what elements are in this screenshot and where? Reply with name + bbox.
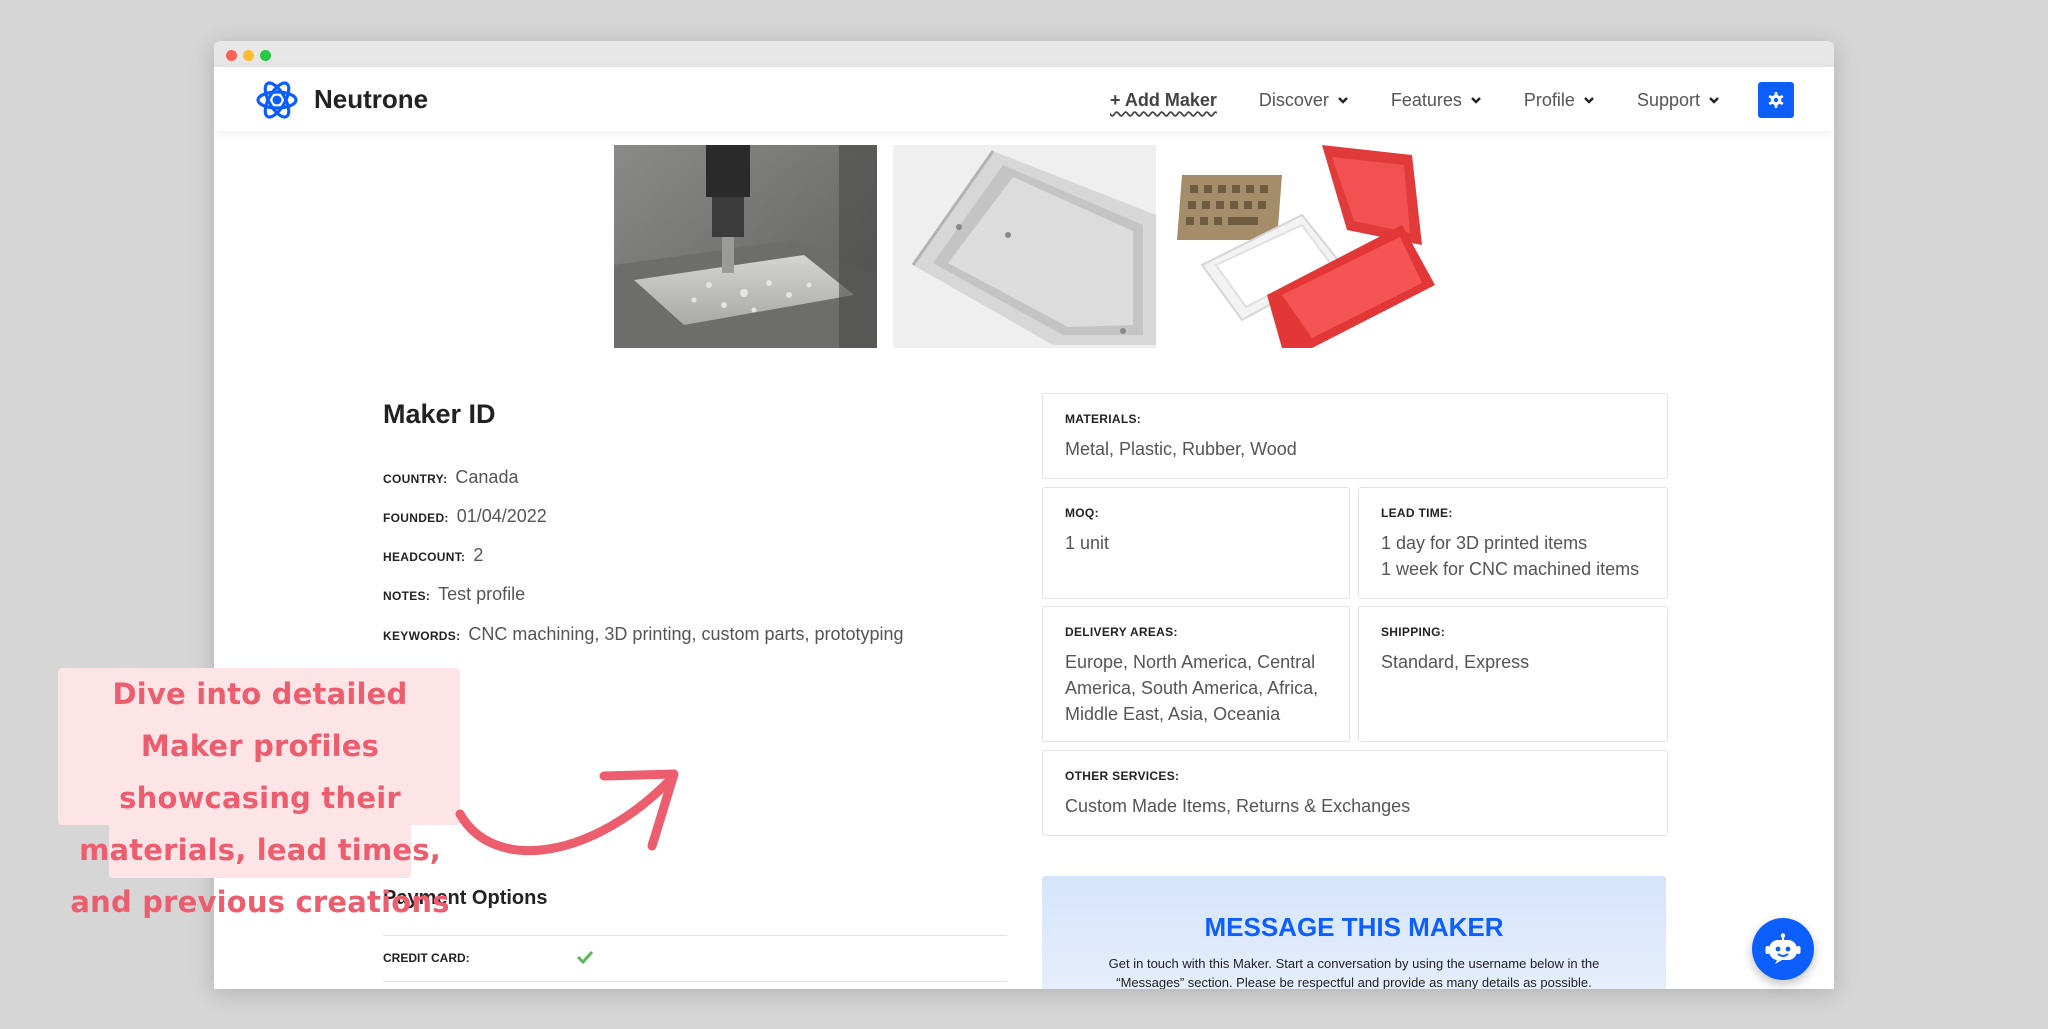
maker-title: Maker ID	[383, 399, 496, 429]
nav-profile-label: Profile	[1523, 89, 1575, 110]
delivery-areas-value: Europe, North America, Central America, …	[1065, 652, 1319, 724]
gallery-image-cnc-milling[interactable]	[614, 145, 877, 348]
chatbot-icon	[1765, 933, 1801, 964]
founded-label: FOUNDED:	[383, 511, 449, 525]
maker-notes: NOTES: Test profile	[383, 584, 525, 605]
keywords-label: KEYWORDS:	[383, 629, 461, 643]
credit-card-label: CREDIT CARD:	[383, 951, 470, 965]
country-value: Canada	[455, 467, 519, 487]
headcount-value: 2	[473, 545, 484, 565]
window-titlebar	[214, 41, 1834, 67]
message-maker-title: MESSAGE THIS MAKER	[1204, 912, 1504, 942]
settings-button[interactable]	[1758, 82, 1794, 118]
materials-label: MATERIALS:	[1065, 412, 1142, 426]
moq-value: 1 unit	[1065, 533, 1110, 553]
chevron-down-icon	[1709, 97, 1719, 104]
materials-card: MATERIALS: Metal, Plastic, Rubber, Wood	[1042, 393, 1668, 479]
gear-icon	[1768, 92, 1784, 108]
materials-value: Metal, Plastic, Rubber, Wood	[1065, 439, 1297, 459]
chevron-down-icon	[1584, 97, 1594, 104]
message-maker-panel: MESSAGE THIS MAKER Get in touch with thi…	[1042, 876, 1666, 989]
country-label: COUNTRY:	[383, 472, 448, 486]
machined-aluminum-case-photo	[893, 145, 1156, 348]
nav-support[interactable]: Support	[1637, 90, 1720, 111]
gallery-image-machined-case[interactable]	[893, 145, 1156, 348]
checkmark-icon	[576, 950, 594, 965]
payment-divider	[383, 935, 1007, 936]
lead-time-value: 1 day for 3D printed items 1 week for CN…	[1381, 533, 1640, 579]
nav-features[interactable]: Features	[1391, 90, 1482, 111]
lead-time-label: LEAD TIME:	[1381, 506, 1453, 520]
add-maker-link[interactable]: + Add Maker	[1110, 90, 1217, 111]
nav-discover[interactable]: Discover	[1259, 90, 1349, 111]
maker-country: COUNTRY: Canada	[383, 467, 518, 488]
curved-arrow-icon	[455, 769, 679, 856]
shipping-value: Standard, Express	[1381, 652, 1530, 672]
main-nav: + Add Maker Discover Features Profile Su…	[1110, 82, 1794, 118]
nav-support-label: Support	[1636, 89, 1700, 110]
site-header: Neutrone + Add Maker Discover Features P…	[214, 67, 1834, 131]
lead-time-card: LEAD TIME: 1 day for 3D printed items 1 …	[1358, 487, 1668, 599]
nav-profile[interactable]: Profile	[1524, 90, 1595, 111]
chevron-down-icon	[1471, 97, 1481, 104]
maximize-window-button[interactable]	[260, 50, 271, 61]
feature-callout: Dive into detailed Maker profiles showca…	[58, 668, 462, 919]
keywords-value: CNC machining, 3D printing, custom parts…	[468, 624, 904, 644]
gallery-image-keyboard-cases[interactable]	[1172, 145, 1435, 348]
other-services-card: OTHER SERVICES: Custom Made Items, Retur…	[1042, 750, 1668, 836]
minimize-window-button[interactable]	[243, 50, 254, 61]
moq-card: MOQ: 1 unit	[1042, 487, 1350, 599]
payment-divider	[383, 981, 1007, 982]
other-services-label: OTHER SERVICES:	[1065, 769, 1180, 783]
callout-text: Dive into detailed Maker profiles showca…	[70, 677, 450, 919]
nav-features-label: Features	[1390, 89, 1462, 110]
chevron-down-icon	[1338, 97, 1348, 104]
moq-label: MOQ:	[1065, 506, 1099, 520]
maker-founded: FOUNDED: 01/04/2022	[383, 506, 547, 527]
atom-icon[interactable]	[254, 77, 300, 123]
brand-name[interactable]: Neutrone	[314, 84, 428, 115]
maker-headcount: HEADCOUNT: 2	[383, 545, 483, 566]
chatbot-button[interactable]	[1752, 918, 1814, 980]
other-services-value: Custom Made Items, Returns & Exchanges	[1065, 796, 1411, 816]
cnc-milling-photo	[614, 145, 877, 348]
close-window-button[interactable]	[226, 50, 237, 61]
maker-keywords: KEYWORDS: CNC machining, 3D printing, cus…	[383, 624, 904, 645]
nav-discover-label: Discover	[1258, 89, 1329, 110]
shipping-card: SHIPPING: Standard, Express	[1358, 606, 1668, 742]
shipping-label: SHIPPING:	[1381, 625, 1446, 639]
delivery-areas-card: DELIVERY AREAS: Europe, North America, C…	[1042, 606, 1350, 742]
headcount-label: HEADCOUNT:	[383, 550, 466, 564]
notes-value: Test profile	[438, 584, 526, 604]
founded-value: 01/04/2022	[456, 506, 547, 526]
message-maker-description: Get in touch with this Maker. Start a co…	[1108, 956, 1600, 989]
delivery-areas-label: DELIVERY AREAS:	[1065, 625, 1178, 639]
keyboard-cases-photo	[1172, 145, 1435, 348]
notes-label: NOTES:	[383, 589, 431, 603]
